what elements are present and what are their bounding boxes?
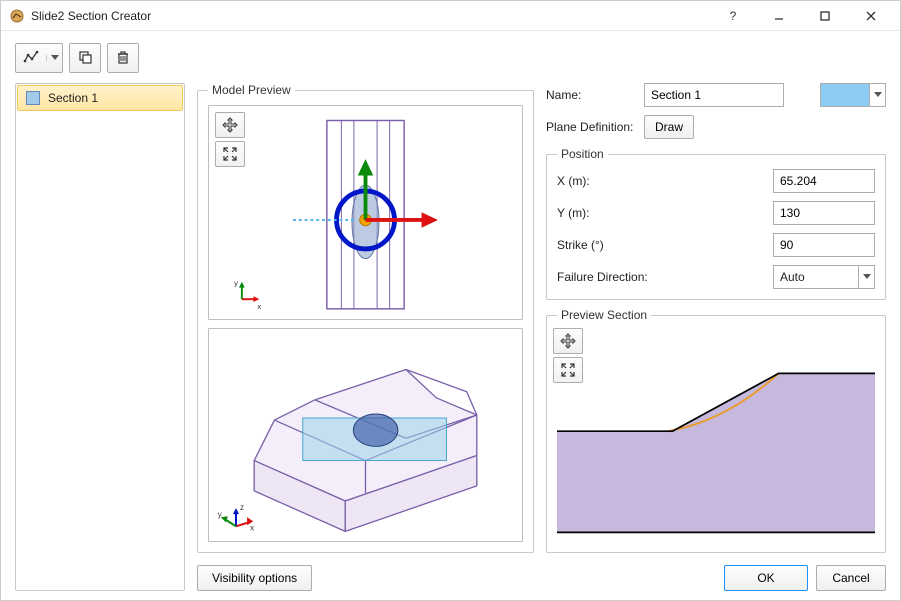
app-icon [9,8,25,24]
model-preview-legend: Model Preview [208,83,295,97]
copy-icon [77,49,93,68]
fit-button[interactable] [215,141,245,167]
delete-section-button[interactable] [107,43,139,73]
move-icon [222,117,238,133]
plane-definition-label: Plane Definition: [546,120,638,134]
draw-button[interactable]: Draw [644,115,694,139]
properties-panel: Name: Plane Definition: Draw Posit [546,83,886,553]
position-legend: Position [557,147,608,161]
chevron-down-icon [46,55,62,61]
position-group: Position X (m): Y (m): Strike (°) Fa [546,147,886,300]
visibility-options-button[interactable]: Visibility options [197,565,312,591]
failure-direction-select[interactable]: Auto [773,265,875,289]
close-button[interactable] [848,1,894,31]
section-swatch-icon [26,91,40,105]
titlebar: Slide2 Section Creator ? [1,1,900,31]
help-button[interactable]: ? [710,1,756,31]
svg-text:y: y [234,279,238,288]
preview-section-canvas[interactable] [557,330,875,542]
polyline-icon [23,49,39,68]
ok-button[interactable]: OK [724,565,808,591]
name-input[interactable] [644,83,784,107]
section-list[interactable]: Section 1 [15,83,185,591]
strike-input[interactable] [773,233,875,257]
add-section-button[interactable] [15,43,63,73]
maximize-button[interactable] [802,1,848,31]
cancel-button[interactable]: Cancel [816,565,886,591]
svg-text:x: x [257,302,261,311]
move-icon [560,333,576,349]
x-input[interactable] [773,169,875,193]
pan-button[interactable] [215,112,245,138]
x-label: X (m): [557,174,767,188]
svg-text:z: z [240,503,244,512]
pan-button[interactable] [553,328,583,354]
section-item-label: Section 1 [48,91,98,105]
strike-label: Strike (°) [557,238,767,252]
failure-direction-value: Auto [774,266,858,288]
window: Slide2 Section Creator ? [0,0,901,601]
color-picker[interactable] [820,83,886,107]
fit-button[interactable] [553,357,583,383]
window-title: Slide2 Section Creator [31,9,151,23]
chevron-down-icon [869,84,885,106]
preview-section-legend: Preview Section [557,308,651,322]
toolbar [15,41,886,75]
minimize-button[interactable] [756,1,802,31]
failure-direction-label: Failure Direction: [557,270,767,284]
chevron-down-icon [858,266,874,288]
preview-section-group: Preview Section [546,308,886,553]
expand-icon [560,362,576,378]
copy-section-button[interactable] [69,43,101,73]
name-label: Name: [546,88,638,102]
y-input[interactable] [773,201,875,225]
section-list-item[interactable]: Section 1 [17,85,183,111]
expand-icon [222,146,238,162]
model-preview-3d[interactable]: x y z [208,328,523,543]
color-swatch [821,84,869,106]
svg-text:x: x [250,523,254,532]
y-label: Y (m): [557,206,767,220]
model-preview-group: Model Preview [197,83,534,553]
trash-icon [115,49,131,68]
model-preview-top[interactable]: x y [208,105,523,320]
dialog-footer: Visibility options OK Cancel [197,565,886,591]
